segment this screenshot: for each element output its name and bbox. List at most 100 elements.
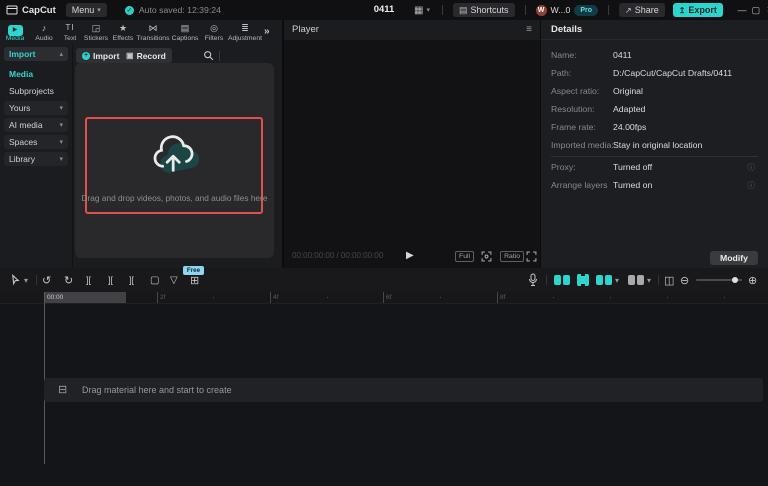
record-button[interactable]: ▣ Record bbox=[120, 48, 172, 63]
delete-right-button[interactable]: ][ bbox=[129, 268, 134, 292]
plus-icon: + bbox=[82, 52, 90, 60]
detail-row-aspect-ratio: Aspect ratio: Original bbox=[551, 86, 761, 98]
media-dropzone[interactable]: Drag and drop videos, photos, and audio … bbox=[75, 63, 274, 258]
export-button[interactable]: ↥ Export bbox=[673, 3, 723, 17]
info-icon[interactable]: ⓘ bbox=[747, 162, 755, 173]
ratio-badge[interactable]: Ratio bbox=[500, 251, 524, 262]
magnet-toggle-icon[interactable] bbox=[554, 275, 570, 285]
link-toggle-icon[interactable] bbox=[596, 275, 612, 285]
layout-icon[interactable]: ▦ bbox=[414, 5, 423, 16]
redo-button[interactable]: ↻ bbox=[64, 268, 73, 292]
delete-left-button[interactable]: ][ bbox=[108, 268, 113, 292]
timeline-ruler[interactable]: 00:00 2f 4f 6f 8f bbox=[0, 292, 768, 304]
caret-down-icon: ▾ bbox=[59, 104, 63, 112]
import-dropdown[interactable]: Import ▴ bbox=[4, 47, 68, 61]
sidebar-item-media[interactable]: Media bbox=[9, 69, 33, 79]
layout-caret-icon[interactable]: ▾ bbox=[426, 6, 430, 14]
delete-button[interactable]: ▢ bbox=[150, 268, 159, 292]
full-badge[interactable]: Full bbox=[455, 251, 474, 262]
sidebar-group-yours[interactable]: Yours ▾ bbox=[4, 101, 68, 115]
preview-axis-button[interactable]: ◫ bbox=[664, 268, 674, 292]
voiceover-mic-icon[interactable] bbox=[528, 273, 538, 287]
tab-stickers[interactable]: ◲ Stickers bbox=[81, 22, 111, 42]
zoom-out-button[interactable]: ⊖ bbox=[680, 268, 689, 292]
stickers-tab-icon: ◲ bbox=[81, 22, 111, 34]
cloud-upload-icon bbox=[149, 133, 199, 177]
captions-tab-icon: ▤ bbox=[170, 22, 200, 34]
player-menu-icon[interactable]: ≡ bbox=[526, 20, 532, 40]
select-tool-icon[interactable] bbox=[10, 274, 21, 286]
adjustment-tab-icon: ≣ bbox=[226, 22, 264, 34]
mask-button[interactable]: ▽ bbox=[170, 268, 178, 292]
tab-captions[interactable]: ▤ Captions bbox=[170, 22, 200, 42]
user-avatar[interactable]: W bbox=[536, 5, 547, 16]
link-caret-icon[interactable]: ▾ bbox=[615, 268, 619, 292]
media-panel: + Import ▣ Record Drag and drop videos, … bbox=[73, 45, 282, 268]
sidebar-group-spaces[interactable]: Spaces ▾ bbox=[4, 135, 68, 149]
export-icon: ↥ bbox=[679, 6, 686, 15]
fit-view-icon[interactable] bbox=[481, 251, 492, 262]
caret-down-icon: ▾ bbox=[59, 121, 63, 129]
detail-row-frame-rate: Frame rate: 24.00fps bbox=[551, 122, 761, 134]
tab-transitions[interactable]: ⋈ Transitions bbox=[134, 22, 172, 42]
search-icon[interactable] bbox=[203, 50, 214, 61]
fullscreen-icon[interactable] bbox=[526, 251, 537, 262]
split-button[interactable]: ][ bbox=[86, 268, 91, 292]
select-tool-caret-icon[interactable]: ▾ bbox=[24, 268, 28, 292]
menu-button[interactable]: Menu ▾ bbox=[66, 3, 107, 17]
pro-badge[interactable]: Pro bbox=[574, 5, 598, 16]
sidebar: Import ▴ Media Subprojects Yours ▾ AI me… bbox=[0, 45, 73, 268]
modify-button[interactable]: Modify bbox=[710, 251, 758, 265]
caret-up-icon: ▴ bbox=[59, 50, 63, 58]
capcut-window: CapCut Menu ▾ ✓ Auto saved: 12:39:24 041… bbox=[0, 0, 768, 486]
timeline: ▾ ↺ ↻ ][ ][ ][ ▢ ▽ ⊞ Free ▾ ▾ ◫ ⊖ bbox=[0, 268, 768, 486]
sidebar-group-ai-media[interactable]: AI media ▾ bbox=[4, 118, 68, 132]
title-bar: CapCut Menu ▾ ✓ Auto saved: 12:39:24 041… bbox=[0, 0, 768, 20]
tabs-expand-button[interactable]: » bbox=[264, 26, 270, 37]
sidebar-item-subprojects[interactable]: Subprojects bbox=[9, 86, 54, 96]
tab-bar: ▶ Media ♪ Audio TI Text ◲ Stickers ★ Eff… bbox=[0, 20, 282, 45]
window-minimize-button[interactable]: — bbox=[735, 5, 749, 15]
player-header: Player ≡ bbox=[284, 20, 540, 40]
arrange-layers-row: Arrange layers Turned on ⓘ bbox=[551, 180, 761, 192]
timecode: 00:00:00:00 / 00:00:00:00 bbox=[292, 244, 383, 268]
zoom-in-button[interactable]: ⊕ bbox=[748, 268, 757, 292]
ruler-origin: 00:00 bbox=[44, 292, 126, 303]
zoom-slider-handle[interactable] bbox=[732, 277, 738, 283]
player-panel: Player ≡ 00:00:00:00 / 00:00:00:00 ▶ Ful… bbox=[284, 20, 540, 268]
app-name: CapCut bbox=[22, 5, 56, 16]
info-icon[interactable]: ⓘ bbox=[747, 180, 755, 191]
window-close-button[interactable]: × bbox=[763, 4, 768, 16]
track-placeholder[interactable]: ⊟ Drag material here and start to create bbox=[44, 378, 763, 402]
detail-row-name: Name: 0411 bbox=[551, 50, 761, 62]
player-canvas bbox=[284, 40, 540, 244]
track-options-icon[interactable] bbox=[628, 275, 644, 285]
proxy-row: Proxy: Turned off ⓘ bbox=[551, 162, 761, 174]
play-button[interactable]: ▶ bbox=[406, 244, 414, 268]
tab-adjustment[interactable]: ≣ Adjustment bbox=[226, 22, 264, 42]
undo-button[interactable]: ↺ bbox=[42, 268, 51, 292]
import-button[interactable]: + Import bbox=[76, 48, 125, 63]
zoom-slider[interactable] bbox=[696, 279, 742, 281]
filters-tab-icon: ◎ bbox=[199, 22, 229, 34]
transitions-tab-icon: ⋈ bbox=[134, 22, 172, 34]
app-logo: CapCut bbox=[6, 4, 56, 16]
share-button[interactable]: ↗ Share bbox=[619, 3, 665, 17]
tab-filters[interactable]: ◎ Filters bbox=[199, 22, 229, 42]
player-controls: 00:00:00:00 / 00:00:00:00 ▶ Full Ratio bbox=[284, 244, 540, 268]
timeline-toolbar: ▾ ↺ ↻ ][ ][ ][ ▢ ▽ ⊞ Free ▾ ▾ ◫ ⊖ bbox=[0, 268, 768, 293]
track-options-caret-icon[interactable]: ▾ bbox=[647, 268, 651, 292]
autosave-status: ✓ Auto saved: 12:39:24 bbox=[125, 5, 221, 15]
shortcuts-button[interactable]: ▤ Shortcuts bbox=[453, 3, 515, 17]
caret-down-icon: ▾ bbox=[59, 155, 63, 163]
tab-media[interactable]: ▶ Media bbox=[0, 22, 30, 42]
share-icon: ↗ bbox=[625, 6, 632, 15]
snap-toggle-icon[interactable] bbox=[577, 274, 589, 286]
user-name[interactable]: W...0 bbox=[551, 5, 571, 15]
ruler-tick: 4f bbox=[270, 292, 278, 303]
window-maximize-button[interactable]: ▢ bbox=[749, 5, 763, 16]
sidebar-group-library[interactable]: Library ▾ bbox=[4, 152, 68, 166]
ruler-tick: 8f bbox=[497, 292, 505, 303]
track-media-icon: ⊟ bbox=[58, 378, 67, 402]
dropzone-text: Drag and drop videos, photos, and audio … bbox=[75, 193, 274, 203]
